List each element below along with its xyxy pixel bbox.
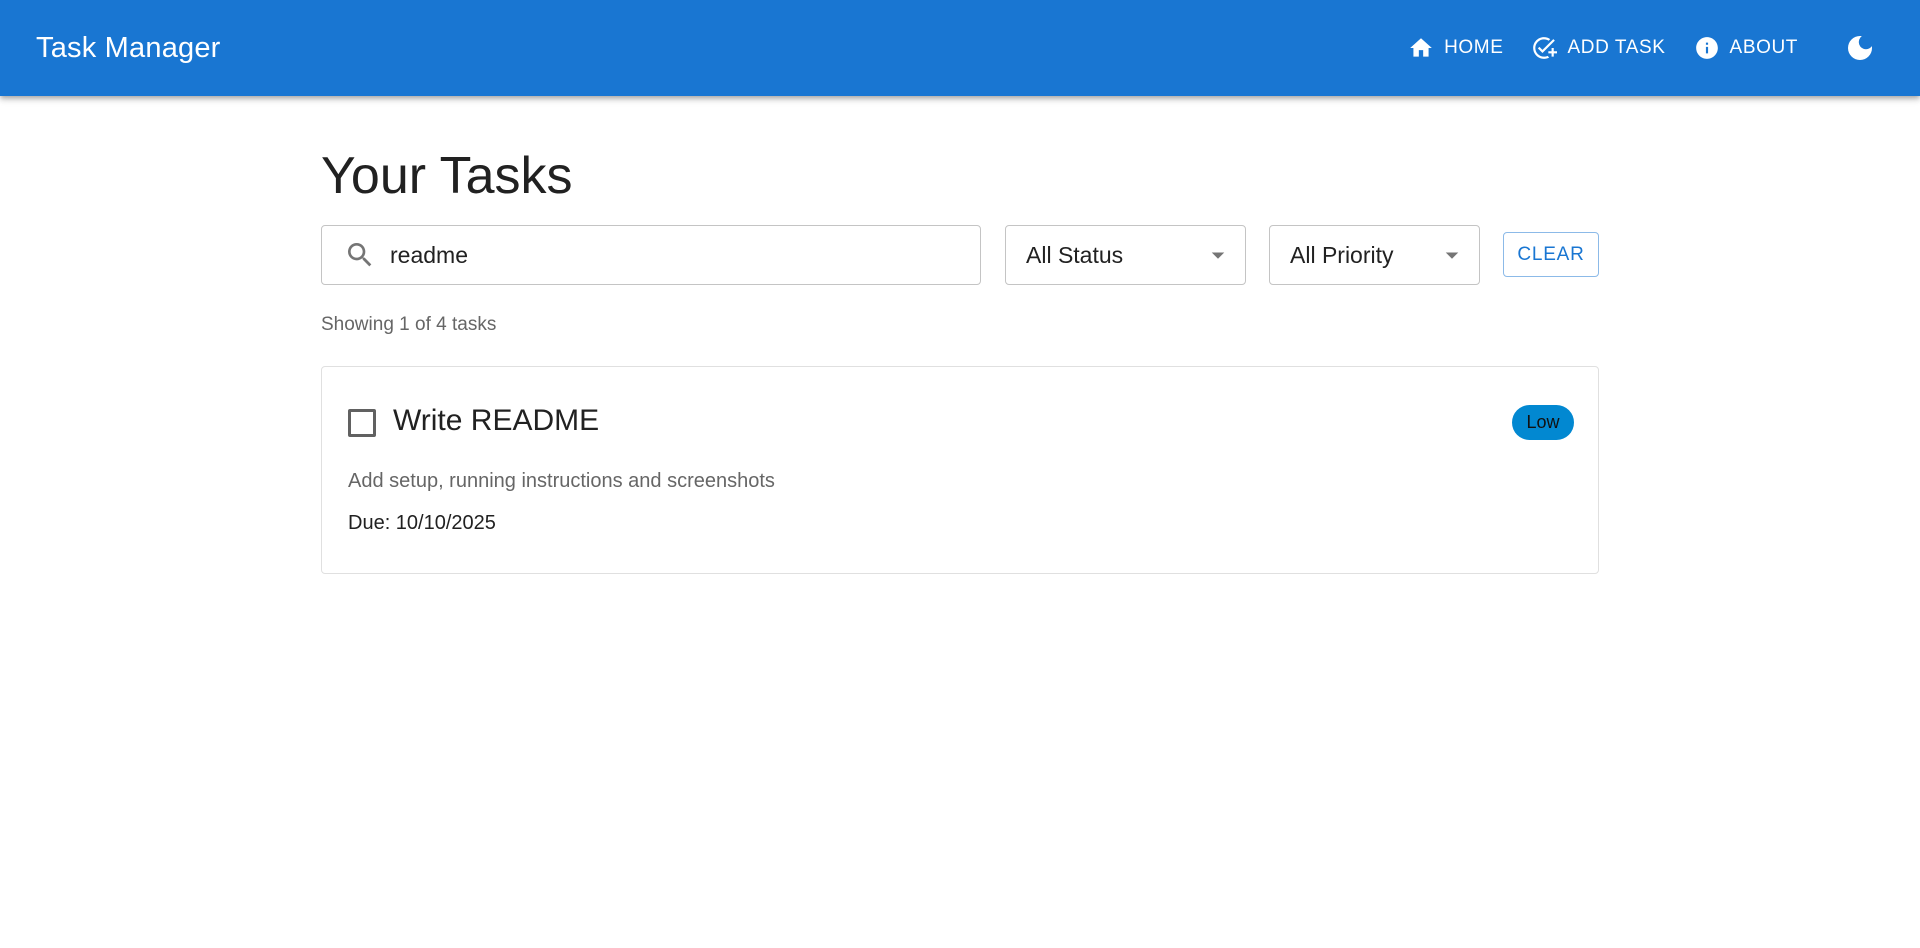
moon-icon	[1848, 36, 1872, 60]
info-icon	[1695, 37, 1718, 59]
search-input[interactable]	[390, 241, 950, 269]
priority-badge: Low	[1512, 405, 1574, 440]
add-task-icon	[1533, 37, 1558, 59]
task-complete-checkbox[interactable]	[348, 409, 376, 437]
nav-add-task-label: ADD TASK	[1567, 37, 1666, 58]
top-nav: HOME ADD TASK ABOUT	[1394, 0, 1884, 96]
clear-filters-button[interactable]: CLEAR	[1503, 232, 1599, 277]
app-bar: Task Manager HOME ADD TASK ABOUT	[0, 0, 1920, 96]
theme-toggle-button[interactable]	[1836, 24, 1884, 72]
search-field[interactable]	[321, 225, 981, 285]
task-description: Add setup, running instructions and scre…	[348, 470, 775, 492]
nav-add-task-button[interactable]: ADD TASK	[1517, 24, 1679, 72]
status-filter-select[interactable]: All Status	[1005, 225, 1246, 285]
nav-about-button[interactable]: ABOUT	[1680, 24, 1812, 72]
dropdown-arrow-icon	[1445, 252, 1459, 259]
task-due-date: Due: 10/10/2025	[348, 512, 496, 534]
page-title: Your Tasks	[321, 147, 573, 205]
task-card: Write README Low Add setup, running inst…	[321, 366, 1599, 574]
home-icon	[1410, 38, 1432, 57]
priority-filter-value: All Priority	[1290, 241, 1394, 268]
results-summary: Showing 1 of 4 tasks	[321, 314, 497, 335]
priority-filter-select[interactable]: All Priority	[1269, 225, 1480, 285]
nav-home-button[interactable]: HOME	[1394, 24, 1517, 72]
nav-about-label: ABOUT	[1729, 37, 1798, 58]
search-icon	[348, 243, 372, 267]
dropdown-arrow-icon	[1211, 252, 1225, 259]
nav-home-label: HOME	[1444, 37, 1504, 58]
task-title: Write README	[393, 404, 600, 437]
app-title: Task Manager	[36, 31, 221, 64]
status-filter-value: All Status	[1026, 241, 1124, 268]
